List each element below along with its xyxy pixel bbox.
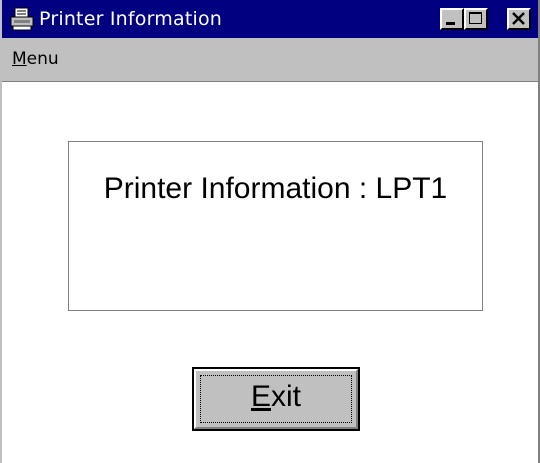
minimize-icon [446, 22, 455, 25]
printer-info-text: Printer Information : LPT1 [103, 172, 448, 205]
title-bar[interactable]: Printer Information [2, 0, 538, 38]
printer-icon[interactable] [10, 7, 34, 31]
close-button[interactable] [507, 8, 531, 30]
maximize-button[interactable] [464, 8, 488, 30]
menu-mnemonic: M [12, 49, 27, 69]
minimize-button[interactable] [440, 8, 464, 30]
exit-button[interactable]: Exit [192, 367, 360, 431]
window-title: Printer Information [39, 8, 223, 30]
exit-mnemonic: E [250, 380, 271, 413]
close-icon [512, 12, 525, 25]
app-window: Printer Information Menu Printer Informa… [0, 0, 540, 463]
menu-label-rest: enu [26, 49, 59, 69]
menu-bar: Menu [2, 38, 538, 82]
exit-button-label: Exit [194, 379, 358, 415]
exit-label-rest: xit [271, 380, 301, 413]
menu-item-menu[interactable]: Menu [12, 49, 59, 69]
printer-info-panel: Printer Information : LPT1 [68, 141, 483, 311]
maximize-icon [469, 12, 482, 24]
